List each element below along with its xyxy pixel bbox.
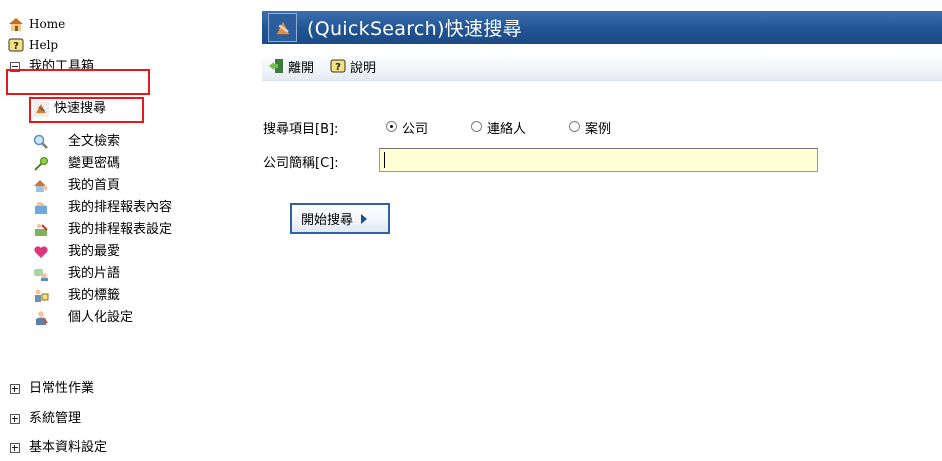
sidebar-item-personalize[interactable]: 個人化設定 — [33, 308, 139, 328]
sidebar-item-label: 我的最愛 — [63, 242, 126, 262]
sidebar-item-system-admin[interactable]: 系統管理 — [10, 409, 87, 429]
sidebar-item-label: Home — [24, 14, 71, 34]
sidebar-item-label: 系統管理 — [24, 409, 87, 429]
house-person-icon — [33, 178, 49, 194]
sidebar-item-phrases[interactable]: 我的片語 — [33, 264, 126, 284]
sidebar-item-favorites[interactable]: 我的最愛 — [33, 242, 126, 262]
toolbar: 離開 ? 說明 — [262, 52, 942, 81]
sidebar-item-label: 個人化設定 — [63, 308, 139, 328]
quicksearch-highlight — [29, 97, 144, 123]
sidebar-item-change-password[interactable]: 變更密碼 — [33, 154, 126, 174]
expand-icon[interactable] — [10, 443, 20, 453]
toolbox-highlight — [6, 69, 150, 95]
magnifier-icon — [33, 134, 49, 150]
phrases-icon — [33, 266, 49, 282]
personalize-icon — [33, 310, 49, 326]
sidebar-item-label: 日常性作業 — [24, 379, 100, 399]
start-search-button[interactable]: 開始搜尋 — [290, 203, 390, 234]
sidebar-item-label: 我的標籤 — [63, 286, 126, 306]
svg-text:?: ? — [13, 41, 19, 52]
help-label: 說明 — [350, 60, 377, 76]
sidebar-item-basic-data[interactable]: 基本資料設定 — [10, 438, 113, 458]
sidebar-item-label: 我的首頁 — [63, 176, 126, 196]
company-name-label: 公司簡稱[C]: — [263, 156, 339, 171]
expand-icon[interactable] — [10, 414, 20, 424]
key-icon — [33, 156, 49, 172]
radio-contact[interactable] — [471, 121, 482, 132]
quicksearch-icon — [268, 13, 297, 42]
leave-button[interactable]: 離開 — [268, 57, 314, 76]
sidebar-item-report-settings[interactable]: 我的排程報表設定 — [33, 220, 178, 240]
sidebar-item-home[interactable]: Home — [8, 14, 71, 34]
sidebar-item-label: 基本資料設定 — [24, 438, 113, 458]
home-icon — [8, 16, 24, 32]
radio-case[interactable] — [569, 121, 580, 132]
sidebar-item-report-content[interactable]: 我的排程報表內容 — [33, 198, 178, 218]
help-button[interactable]: ? 說明 — [330, 57, 376, 76]
sidebar-tree: Home ? Help 我的工具箱 快速搜尋 全文檢索 變更密碼 我的首頁 我的… — [0, 0, 236, 461]
sidebar-item-label: 全文檢索 — [63, 132, 126, 152]
page-title: (QuickSearch)快速搜尋 — [307, 18, 522, 40]
help-icon: ? — [330, 58, 346, 74]
report-content-icon — [33, 200, 49, 216]
help-icon: ? — [8, 37, 24, 53]
sidebar-item-label: Help — [24, 35, 64, 55]
sidebar-item-label: 我的排程報表設定 — [63, 220, 178, 240]
tag-icon — [33, 288, 49, 304]
sidebar-item-fulltext[interactable]: 全文檢索 — [33, 132, 126, 152]
report-settings-icon — [33, 222, 49, 238]
leave-label: 離開 — [288, 60, 315, 76]
sidebar-item-daily-tasks[interactable]: 日常性作業 — [10, 379, 100, 399]
radio-company[interactable] — [386, 121, 397, 132]
radio-contact-label: 連絡人 — [487, 122, 527, 137]
company-name-input[interactable] — [379, 148, 818, 172]
svg-text:?: ? — [335, 62, 341, 73]
sidebar-item-label: 變更密碼 — [63, 154, 126, 174]
start-search-label: 開始搜尋 — [301, 213, 354, 228]
sidebar-item-label: 我的排程報表內容 — [63, 198, 178, 218]
page-title-bar: (QuickSearch)快速搜尋 — [262, 11, 942, 44]
exit-icon — [268, 58, 284, 74]
search-item-label: 搜尋項目[B]: — [263, 122, 339, 137]
sidebar-item-label: 我的片語 — [63, 264, 126, 284]
radio-company-label: 公司 — [402, 122, 429, 137]
sidebar-item-my-homepage[interactable]: 我的首頁 — [33, 176, 126, 196]
radio-case-label: 案例 — [585, 122, 612, 137]
sidebar-item-help[interactable]: ? Help — [8, 35, 64, 55]
play-arrow-icon — [361, 213, 368, 224]
sidebar-item-tags[interactable]: 我的標籤 — [33, 286, 126, 306]
expand-icon[interactable] — [10, 384, 20, 394]
heart-icon — [33, 244, 49, 260]
